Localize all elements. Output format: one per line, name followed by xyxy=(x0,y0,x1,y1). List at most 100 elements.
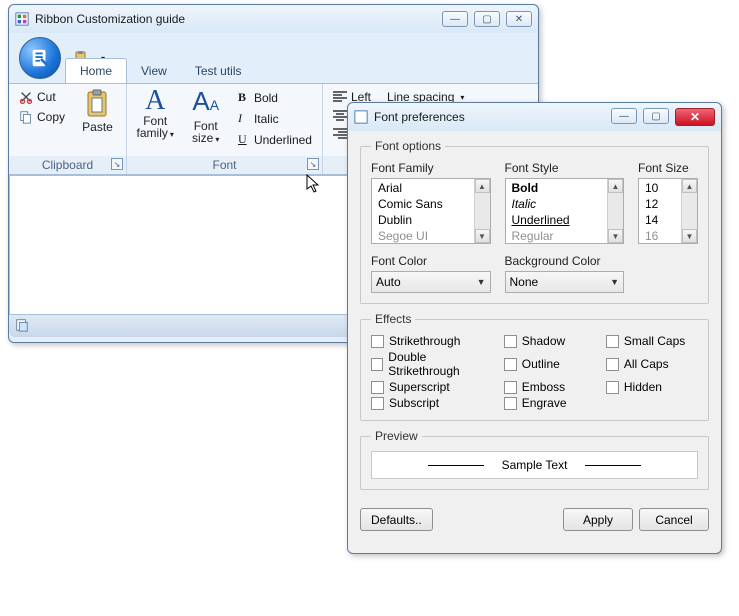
dialog-titlebar[interactable]: Font preferences — ▢ ✕ xyxy=(348,103,721,131)
checkbox-all-caps[interactable]: All Caps xyxy=(606,350,698,378)
list-item[interactable]: 16 xyxy=(639,228,681,243)
checkbox-emboss[interactable]: Emboss xyxy=(504,380,596,394)
group-clipboard: Cut Copy Paste Clipboard ↘ xyxy=(9,84,127,174)
clipboard-launcher[interactable]: ↘ xyxy=(111,158,123,170)
dialog-minimize-button[interactable]: — xyxy=(611,108,637,124)
font-launcher[interactable]: ↘ xyxy=(307,158,319,170)
align-center-icon xyxy=(333,110,347,122)
list-item[interactable]: Italic xyxy=(506,196,608,212)
align-left-icon xyxy=(333,91,347,103)
scrollbar[interactable]: ▲▼ xyxy=(607,179,623,243)
letter-a-icon: A xyxy=(145,88,165,114)
checkbox-engrave[interactable]: Engrave xyxy=(504,396,596,410)
clipboard-group-label: Clipboard ↘ xyxy=(9,156,126,174)
list-item[interactable]: 14 xyxy=(639,212,681,228)
preview-group: Preview Sample Text xyxy=(360,429,709,490)
paste-label: Paste xyxy=(82,121,113,133)
copy-label: Copy xyxy=(37,110,65,124)
font-family-button[interactable]: A Font family▾ xyxy=(133,88,177,141)
italic-icon: I xyxy=(238,111,250,126)
list-item[interactable]: Arial xyxy=(372,180,474,196)
application-menu-button[interactable] xyxy=(19,37,61,79)
checkbox-outline[interactable]: Outline xyxy=(504,350,596,378)
font-size-listbox[interactable]: 10 12 14 16 ▲▼ xyxy=(638,178,698,244)
list-item[interactable]: 10 xyxy=(639,180,681,196)
underline-button[interactable]: UUnderlined xyxy=(234,130,316,149)
window-title: Ribbon Customization guide xyxy=(35,12,442,26)
checkbox-small-caps[interactable]: Small Caps xyxy=(606,334,698,348)
chevron-down-icon: ▼ xyxy=(610,277,619,287)
list-item[interactable]: 12 xyxy=(639,196,681,212)
font-style-listbox[interactable]: Bold Italic Underlined Regular ▲▼ xyxy=(505,178,625,244)
statusbar-icon xyxy=(15,318,29,335)
font-size-button[interactable]: AA Font size▾ xyxy=(183,88,227,146)
apply-button[interactable]: Apply xyxy=(563,508,633,531)
minimize-button[interactable]: — xyxy=(442,11,468,27)
checkbox-subscript[interactable]: Subscript xyxy=(371,396,494,410)
cancel-button[interactable]: Cancel xyxy=(639,508,709,531)
scroll-down[interactable]: ▼ xyxy=(682,229,697,243)
scrollbar[interactable]: ▲▼ xyxy=(681,179,697,243)
font-color-combo[interactable]: Auto▼ xyxy=(371,271,491,293)
underline-icon: U xyxy=(238,132,250,147)
scroll-up[interactable]: ▲ xyxy=(682,179,697,193)
checkbox-superscript[interactable]: Superscript xyxy=(371,380,494,394)
preview-line-left xyxy=(428,465,484,466)
effects-group: Effects Strikethrough Shadow Small Caps … xyxy=(360,312,709,421)
font-family-listbox[interactable]: Arial Comic Sans Dublin Segoe UI ▲▼ xyxy=(371,178,491,244)
scroll-down[interactable]: ▼ xyxy=(608,229,623,243)
paste-button[interactable]: Paste xyxy=(75,88,120,133)
preview-box: Sample Text xyxy=(371,451,698,479)
dialog-icon xyxy=(354,110,368,124)
scroll-down[interactable]: ▼ xyxy=(475,229,490,243)
preview-text: Sample Text xyxy=(502,458,568,472)
close-button[interactable]: ✕ xyxy=(506,11,532,27)
ribbon-tabs: Home View Test utils xyxy=(9,53,538,83)
letter-a-sizes-icon: AA xyxy=(192,88,219,119)
tab-test-utils[interactable]: Test utils xyxy=(181,59,256,83)
preview-line-right xyxy=(585,465,641,466)
bold-button[interactable]: BBold xyxy=(234,88,316,107)
group-font: A Font family▾ AA Font size▾ BBold IItal… xyxy=(127,84,323,174)
font-style-label: Font Style xyxy=(505,161,625,175)
scroll-up[interactable]: ▲ xyxy=(608,179,623,193)
scrollbar[interactable]: ▲▼ xyxy=(474,179,490,243)
tab-view[interactable]: View xyxy=(127,59,181,83)
effects-legend: Effects xyxy=(371,312,415,326)
bg-color-label: Background Color xyxy=(505,254,625,268)
dialog-maximize-button[interactable]: ▢ xyxy=(643,108,669,124)
font-preferences-dialog: Font preferences — ▢ ✕ Font options Font… xyxy=(347,102,722,554)
cut-label: Cut xyxy=(37,90,56,104)
main-titlebar[interactable]: Ribbon Customization guide — ▢ ✕ xyxy=(9,5,538,33)
bold-icon: B xyxy=(238,90,250,105)
bg-color-combo[interactable]: None▼ xyxy=(505,271,625,293)
font-group-label: Font ↘ xyxy=(127,156,322,174)
font-options-group: Font options Font Family Arial Comic San… xyxy=(360,139,709,304)
app-icon xyxy=(15,12,29,26)
cut-button[interactable]: Cut xyxy=(15,88,69,106)
italic-button[interactable]: IItalic xyxy=(234,109,316,128)
list-item[interactable]: Underlined xyxy=(506,212,608,228)
list-item[interactable]: Comic Sans xyxy=(372,196,474,212)
list-item[interactable]: Dublin xyxy=(372,212,474,228)
maximize-button[interactable]: ▢ xyxy=(474,11,500,27)
checkbox-shadow[interactable]: Shadow xyxy=(504,334,596,348)
list-item[interactable]: Segoe UI xyxy=(372,228,474,243)
defaults-button[interactable]: Defaults.. xyxy=(360,508,433,531)
chevron-down-icon: ▼ xyxy=(477,277,486,287)
dialog-title: Font preferences xyxy=(374,110,611,124)
list-item[interactable]: Bold xyxy=(506,180,608,196)
font-family-label: Font Family xyxy=(371,161,491,175)
scroll-up[interactable]: ▲ xyxy=(475,179,490,193)
copy-button[interactable]: Copy xyxy=(15,108,69,126)
align-right-icon xyxy=(333,128,347,140)
checkbox-double-strikethrough[interactable]: Double Strikethrough xyxy=(371,350,494,378)
dialog-close-button[interactable]: ✕ xyxy=(675,108,715,126)
tab-home[interactable]: Home xyxy=(65,58,127,83)
preview-legend: Preview xyxy=(371,429,422,443)
font-color-label: Font Color xyxy=(371,254,491,268)
checkbox-hidden[interactable]: Hidden xyxy=(606,380,698,394)
font-options-legend: Font options xyxy=(371,139,445,153)
checkbox-strikethrough[interactable]: Strikethrough xyxy=(371,334,494,348)
list-item[interactable]: Regular xyxy=(506,228,608,243)
